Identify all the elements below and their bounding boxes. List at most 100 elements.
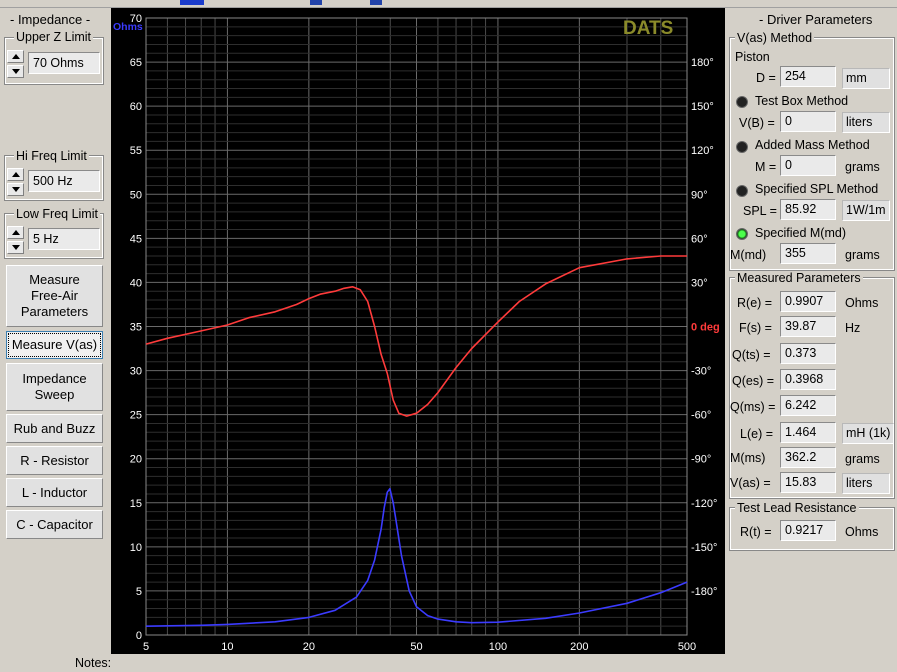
arrow-up-icon[interactable] bbox=[7, 50, 24, 63]
driver-params-title: - Driver Parameters bbox=[759, 12, 873, 27]
y-tick-label: 25 bbox=[130, 410, 142, 422]
measure-free-air-button[interactable]: Measure Free-Air Parameters bbox=[6, 265, 103, 327]
toolbar-icon[interactable] bbox=[310, 0, 322, 5]
added-mass-radio[interactable] bbox=[736, 141, 748, 153]
le-label: L(e) = bbox=[740, 427, 774, 441]
vb-input[interactable]: 0 bbox=[780, 111, 836, 132]
rt-unit: Ohms bbox=[845, 525, 879, 539]
x-tick-label: 50 bbox=[410, 641, 422, 653]
phase-tick-label: -60° bbox=[691, 410, 711, 422]
hi-freq-spinner[interactable] bbox=[7, 168, 24, 196]
mmd-label: M(md) bbox=[730, 248, 767, 262]
arrow-down-icon[interactable] bbox=[7, 183, 24, 196]
x-tick-label: 200 bbox=[570, 641, 588, 653]
test-box-radio[interactable] bbox=[736, 96, 748, 108]
inductor-button[interactable]: L - Inductor bbox=[6, 478, 103, 507]
upper-z-input[interactable]: 70 Ohms bbox=[28, 52, 100, 74]
y-tick-label: 15 bbox=[130, 498, 142, 510]
spl-input[interactable]: 85.92 bbox=[780, 199, 836, 220]
upper-z-spinner[interactable] bbox=[7, 50, 24, 78]
measured-params-title: Measured Parameters bbox=[735, 271, 863, 285]
hi-freq-label: Hi Freq Limit bbox=[14, 149, 89, 163]
y-tick-label: 40 bbox=[130, 277, 142, 289]
arrow-up-icon[interactable] bbox=[7, 168, 24, 181]
hi-freq-input[interactable]: 500 Hz bbox=[28, 170, 100, 192]
phase-tick-label: 60° bbox=[691, 233, 708, 245]
mms-unit: grams bbox=[845, 452, 880, 466]
x-tick-label: 500 bbox=[678, 641, 696, 653]
rub-buzz-button[interactable]: Rub and Buzz bbox=[6, 414, 103, 443]
phase-tick-label: 30° bbox=[691, 277, 708, 289]
capacitor-button[interactable]: C - Capacitor bbox=[6, 510, 103, 539]
piston-label: Piston bbox=[735, 50, 770, 64]
spl-method-radio[interactable] bbox=[736, 185, 748, 197]
phase-tick-label: -180° bbox=[691, 586, 717, 598]
qes-label: Q(es) = bbox=[732, 374, 775, 388]
arrow-down-icon[interactable] bbox=[7, 241, 24, 254]
vb-unit: liters bbox=[842, 112, 890, 133]
vas-value: 15.83 bbox=[780, 472, 836, 493]
mms-value: 362.2 bbox=[780, 447, 836, 468]
x-tick-label: 10 bbox=[221, 641, 233, 653]
phase-tick-label: 180° bbox=[691, 57, 714, 69]
added-mass-label: Added Mass Method bbox=[755, 138, 870, 152]
driver-parameters-panel: - Driver Parameters V(as) Method Piston … bbox=[726, 8, 897, 672]
vas-label: V(as) = bbox=[730, 476, 771, 490]
fs-value: 39.87 bbox=[780, 316, 836, 337]
y-tick-label: 20 bbox=[130, 454, 142, 466]
y-tick-label: 50 bbox=[130, 189, 142, 201]
y-tick-label: 30 bbox=[130, 366, 142, 378]
arrow-down-icon[interactable] bbox=[7, 65, 24, 78]
arrow-up-icon[interactable] bbox=[7, 226, 24, 239]
x-tick-label: 100 bbox=[489, 641, 507, 653]
phase-tick-label: 0 deg bbox=[691, 322, 720, 334]
vas-method-label: V(as) Method bbox=[735, 31, 815, 45]
fs-unit: Hz bbox=[845, 321, 861, 335]
mmd-input[interactable]: 355 bbox=[780, 243, 836, 264]
phase-tick-label: 90° bbox=[691, 189, 708, 201]
rt-value: 0.9217 bbox=[780, 520, 836, 541]
re-label: R(e) = bbox=[737, 296, 773, 310]
impedance-panel: - Impedance - Upper Z Limit 70 Ohms Hi F… bbox=[0, 8, 110, 672]
y-tick-label: 10 bbox=[130, 542, 142, 554]
y-tick-label: 45 bbox=[130, 233, 142, 245]
phase-tick-label: -120° bbox=[691, 498, 717, 510]
impedance-sweep-button[interactable]: Impedance Sweep bbox=[6, 363, 103, 411]
spl-method-label: Specified SPL Method bbox=[755, 182, 879, 196]
impedance-title: - Impedance - bbox=[10, 12, 91, 27]
low-freq-input[interactable]: 5 Hz bbox=[28, 228, 100, 250]
upper-z-label: Upper Z Limit bbox=[14, 30, 94, 44]
qts-label: Q(ts) = bbox=[732, 348, 771, 362]
d-input[interactable]: 254 bbox=[780, 66, 836, 87]
brand-label: DATS bbox=[623, 18, 673, 39]
specified-mmd-radio[interactable] bbox=[736, 228, 748, 240]
low-freq-spinner[interactable] bbox=[7, 226, 24, 254]
measure-vas-button[interactable]: Measure V(as) bbox=[6, 331, 103, 359]
toolbar-icon[interactable] bbox=[180, 0, 204, 5]
qts-value: 0.373 bbox=[780, 343, 836, 364]
phase-tick-label: 120° bbox=[691, 145, 714, 157]
x-tick-label: 5 bbox=[143, 641, 149, 653]
spl-unit: 1W/1m bbox=[842, 200, 890, 221]
toolbar-icon[interactable] bbox=[370, 0, 382, 5]
y-tick-label: 60 bbox=[130, 101, 142, 113]
re-unit: Ohms bbox=[845, 296, 879, 310]
low-freq-label: Low Freq Limit bbox=[14, 207, 100, 221]
d-label: D = bbox=[756, 71, 776, 85]
spl-label: SPL = bbox=[743, 204, 777, 218]
m-label: M = bbox=[755, 160, 777, 174]
resistor-button[interactable]: R - Resistor bbox=[6, 446, 103, 475]
y-tick-label: 35 bbox=[130, 322, 142, 334]
impedance-chart[interactable]: 0 5 10 15 20 25 30 35 40 45 50 55 60 65 70 Ohms 5 10 20 50 1… bbox=[111, 8, 725, 654]
mmd-unit: grams bbox=[845, 248, 880, 262]
vas-unit: liters bbox=[842, 473, 890, 494]
specified-mmd-label: Specified M(md) bbox=[755, 226, 846, 240]
m-input[interactable]: 0 bbox=[780, 155, 836, 176]
chart-plot: 0510152025303540455055606570Ohms5 10 20 50 1… bbox=[113, 13, 720, 653]
d-unit: mm bbox=[842, 68, 890, 89]
vb-label: V(B) = bbox=[739, 116, 775, 130]
rt-label: R(t) = bbox=[740, 525, 772, 539]
phase-tick-label: -30° bbox=[691, 366, 711, 378]
le-unit: mH (1k) bbox=[842, 423, 894, 444]
y-tick-label: 5 bbox=[136, 586, 142, 598]
